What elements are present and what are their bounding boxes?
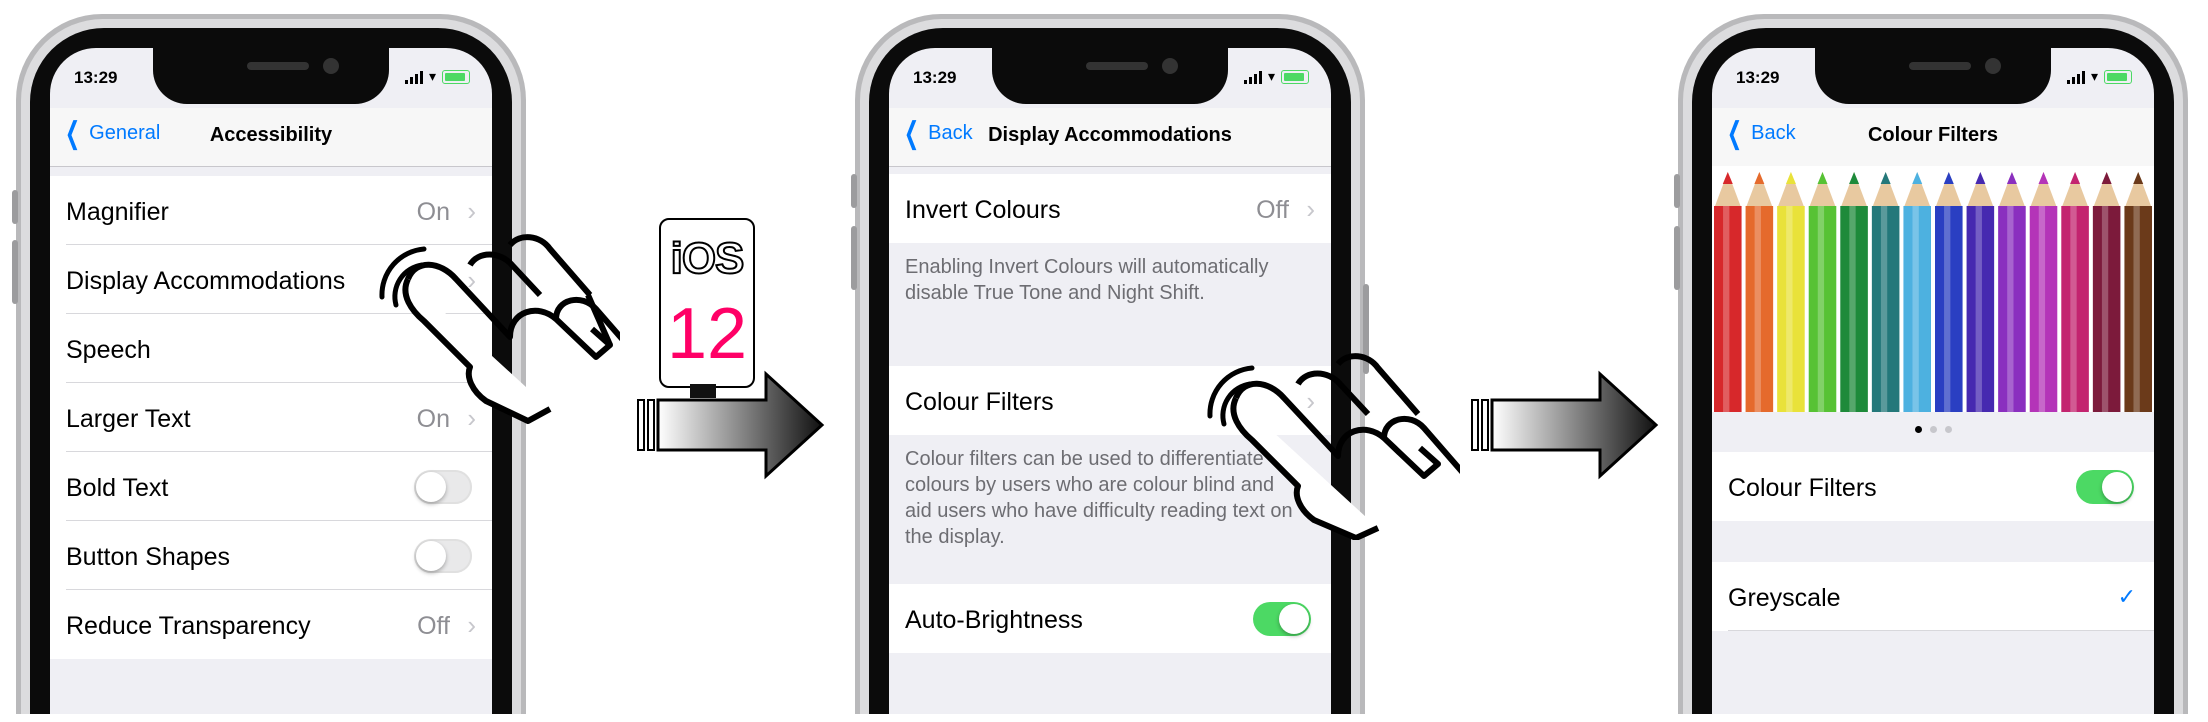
side-button xyxy=(1674,174,1680,208)
pencil xyxy=(2124,172,2152,412)
pencil xyxy=(2029,172,2058,412)
colour-filters-toggle[interactable] xyxy=(2076,470,2134,504)
wifi-icon: ▾ xyxy=(428,68,436,84)
status-time: 13:29 xyxy=(74,68,118,87)
pencil xyxy=(1808,172,1837,412)
chevron-right-icon: › xyxy=(467,610,476,640)
row-reduce-transparency[interactable]: Reduce Transparency Off › xyxy=(50,590,492,659)
row-label: Speech xyxy=(66,336,151,364)
row-label: Display Accommodations xyxy=(66,267,346,295)
row-auto-brightness: Auto-Brightness xyxy=(889,584,1331,653)
row-label: Invert Colours xyxy=(905,196,1061,224)
chevron-right-icon: › xyxy=(1306,194,1315,224)
screen-colour-filters: 13:29 ▾ ❮ Back Colour Filters Colour Filt… xyxy=(1712,48,2154,714)
wifi-icon: ▾ xyxy=(1267,68,1275,84)
signal-icon xyxy=(1243,70,1262,84)
badge-version: 12 xyxy=(666,294,748,374)
pencil xyxy=(1714,172,1742,412)
page-dot xyxy=(1914,426,1922,433)
page-dot xyxy=(1929,426,1937,433)
pencil xyxy=(2061,172,2089,412)
pencils-image xyxy=(1714,172,2152,412)
row-bold-text: Bold Text xyxy=(50,452,492,521)
row-label: Colour Filters xyxy=(1728,474,1877,502)
battery-icon xyxy=(2104,69,2132,84)
row-label: Reduce Transparency xyxy=(66,612,311,640)
tap-hand-icon xyxy=(1207,353,1460,540)
ios-version-badge: iOS 12 xyxy=(659,218,755,388)
row-value: On xyxy=(416,198,450,226)
auto-brightness-toggle[interactable] xyxy=(1253,602,1311,636)
arrow-right-icon xyxy=(637,370,825,480)
pencil xyxy=(1935,172,1963,412)
notch xyxy=(153,48,389,104)
checkmark-icon: ✓ xyxy=(2117,584,2136,609)
row-greyscale[interactable]: Greyscale ✓ xyxy=(1712,562,2154,631)
nav-bar: ❮ Back Colour Filters xyxy=(1712,108,2154,167)
page-title: Display Accommodations xyxy=(988,124,1232,146)
pencil xyxy=(1966,172,1995,412)
row-label: Larger Text xyxy=(66,405,191,433)
page-title: Colour Filters xyxy=(1867,124,1998,146)
invert-colours-footer: Enabling Invert Colours will automatical… xyxy=(905,256,1269,304)
page-dot xyxy=(1944,426,1952,433)
row-value: Off xyxy=(1256,196,1289,224)
row-label: Magnifier xyxy=(66,198,169,226)
pencil xyxy=(1903,172,1931,412)
pencil xyxy=(1745,172,1774,412)
page-title: Accessibility xyxy=(209,124,333,146)
row-label: Bold Text xyxy=(66,474,169,502)
status-time: 13:29 xyxy=(913,68,957,87)
battery-icon xyxy=(442,69,470,84)
pencil xyxy=(1777,172,1805,412)
pencil xyxy=(1871,172,1900,412)
row-label: Colour Filters xyxy=(905,388,1054,416)
phone-3: 13:29 ▾ ❮ Back Colour Filters Colour Filt… xyxy=(1674,14,2188,714)
pencil xyxy=(1998,172,2026,412)
bold-text-toggle[interactable] xyxy=(414,470,472,504)
side-button xyxy=(851,174,857,208)
status-time: 13:29 xyxy=(1736,68,1780,87)
notch xyxy=(1815,48,2051,104)
volume-button xyxy=(1674,226,1680,290)
page-indicator[interactable] xyxy=(1712,420,2154,438)
button-shapes-toggle[interactable] xyxy=(414,539,472,573)
battery-icon xyxy=(1281,69,1309,84)
badge-os: iOS xyxy=(670,233,746,284)
arrow-right-icon xyxy=(1471,370,1659,480)
nav-bar: ❮ General Accessibility xyxy=(50,108,492,167)
row-colour-filters-switch: Colour Filters xyxy=(1712,452,2154,521)
signal-icon xyxy=(2066,70,2085,84)
row-label: Auto-Brightness xyxy=(905,606,1083,634)
row-value: Off xyxy=(417,612,450,640)
nav-bar: ❮ Back Display Accommodations xyxy=(889,108,1331,167)
volume-button xyxy=(851,226,857,290)
chevron-right-icon: › xyxy=(467,196,476,226)
side-button xyxy=(12,190,18,224)
row-button-shapes: Button Shapes xyxy=(50,521,492,590)
row-label: Button Shapes xyxy=(66,543,231,571)
row-label: Greyscale xyxy=(1728,584,1841,612)
wifi-icon: ▾ xyxy=(2090,68,2098,84)
notch xyxy=(992,48,1228,104)
colour-pencils-preview[interactable] xyxy=(1712,166,2154,412)
volume-button xyxy=(12,240,18,304)
tap-hand-icon xyxy=(379,234,620,424)
pencil xyxy=(1840,172,1868,412)
pencil xyxy=(2092,172,2121,412)
signal-icon xyxy=(404,70,423,84)
row-invert-colours[interactable]: Invert Colours Off › xyxy=(889,174,1331,243)
